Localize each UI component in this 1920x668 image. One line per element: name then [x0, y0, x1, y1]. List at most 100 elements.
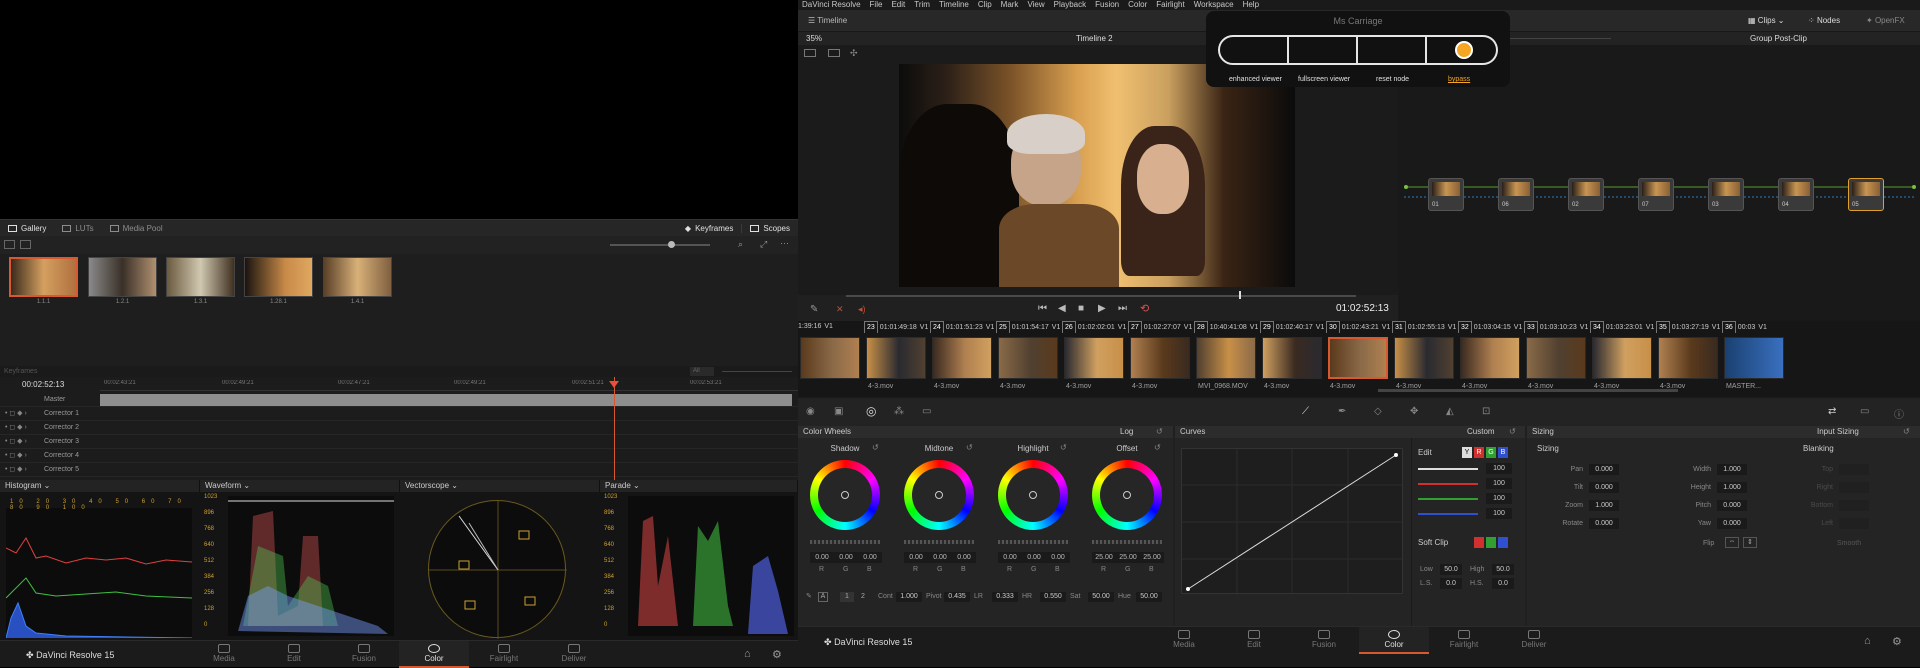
clips-toggle[interactable]: ▦ Clips ⌄ [1748, 16, 1785, 25]
sizing-value[interactable]: 0.000 [1717, 500, 1747, 511]
color-wheel[interactable] [904, 460, 974, 530]
sizing-value[interactable]: 0.000 [1589, 482, 1619, 493]
tab-luts[interactable]: LUTs [54, 224, 101, 233]
still-thumb[interactable] [244, 257, 313, 297]
clip-thumb[interactable]: 27 01:02:27:07 V1 4-3.mov [1128, 321, 1192, 397]
search-icon[interactable]: ⌕ [738, 239, 743, 250]
g-slider[interactable] [1418, 498, 1478, 500]
sizing-value[interactable]: 1.000 [1717, 482, 1747, 493]
wheel-value-field[interactable]: 25.00 [1140, 552, 1164, 563]
album-list-icon[interactable] [4, 240, 15, 249]
clip-thumb[interactable]: 28 10:40:41:08 V1 MVI_0968.MOV [1194, 321, 1258, 397]
wheel-center-handle[interactable] [841, 491, 849, 499]
node-card-selected[interactable]: 05 [1848, 178, 1884, 211]
page-deliver[interactable]: Deliver [1499, 627, 1569, 654]
menu-item[interactable]: Fairlight [1156, 0, 1184, 10]
master-keyframe-bar[interactable] [100, 394, 792, 406]
page-media[interactable]: Media [1149, 627, 1219, 654]
wheel-master-slider[interactable] [1092, 540, 1162, 544]
color-wheel[interactable] [998, 460, 1068, 530]
menu-item[interactable]: View [1027, 0, 1044, 10]
color-wheel[interactable] [810, 460, 880, 530]
viewer-mode-icon[interactable] [804, 49, 816, 57]
clip-thumb[interactable]: 36 00:03 V1 MASTER... [1722, 321, 1786, 397]
clip-thumb[interactable]: 25 01:01:54:17 V1 4-3.mov [996, 321, 1060, 397]
track-controls-icon[interactable]: • ◻ ◆ › [5, 407, 27, 421]
nodes-toggle[interactable]: ⁘ Nodes [1808, 16, 1840, 25]
scope-title[interactable]: Histogram ⌄ [0, 480, 200, 492]
bypass-button[interactable] [1425, 35, 1498, 65]
page-deliver[interactable]: Deliver [539, 641, 609, 668]
settings-gear-icon[interactable]: ⚙ [772, 648, 782, 661]
flip-horizontal-icon[interactable]: ⇔ [1725, 537, 1739, 548]
node-card[interactable]: 03 [1708, 178, 1744, 211]
blur-icon[interactable]: ◭ [1446, 406, 1454, 417]
page-color[interactable]: Color [1359, 627, 1429, 654]
enhanced-viewer-button[interactable] [1218, 35, 1289, 65]
page-edit[interactable]: Edit [1219, 627, 1289, 654]
clip-thumb[interactable]: 23 01:01:49:18 V1 4-3.mov [864, 321, 928, 397]
tab-keyframes[interactable]: ◆ Keyframes [677, 224, 741, 233]
page-color[interactable]: Color [399, 641, 469, 668]
thumb-size-slider[interactable] [610, 244, 710, 246]
wheel-value-field[interactable]: 0.00 [1022, 552, 1046, 563]
timeline-name[interactable]: Timeline 2 [1076, 34, 1113, 43]
sizing-value[interactable]: 1.000 [1717, 464, 1747, 475]
node-card[interactable]: 01 [1428, 178, 1464, 211]
split-icon[interactable] [828, 49, 840, 57]
wheel-value-field[interactable]: 0.00 [834, 552, 858, 563]
playhead[interactable] [614, 377, 615, 480]
sizing-value[interactable]: 0.000 [1589, 518, 1619, 529]
track-corrector[interactable]: • ◻ ◆ › Corrector 4 [0, 449, 798, 463]
scope-title[interactable]: Vectorscope ⌄ [400, 480, 600, 492]
sizing-mode-select[interactable]: Input Sizing [1817, 426, 1859, 438]
r-slider[interactable] [1418, 483, 1478, 485]
key-icon[interactable]: ⊡ [1482, 406, 1490, 417]
auto-balance-icon[interactable]: A [818, 592, 828, 602]
grab-still-icon[interactable] [20, 240, 31, 249]
softclip-r-button[interactable] [1474, 537, 1484, 548]
reset-icon[interactable]: ↺ [1156, 426, 1163, 438]
y-slider[interactable] [1418, 468, 1478, 470]
menu-item[interactable]: Mark [1001, 0, 1019, 10]
tracker-icon[interactable]: ✥ [1410, 406, 1418, 417]
wheel-center-handle[interactable] [1029, 491, 1037, 499]
node-card[interactable]: 06 [1498, 178, 1534, 211]
wheel-value-field[interactable]: 0.00 [1046, 552, 1070, 563]
softclip-g-button[interactable] [1486, 537, 1496, 548]
track-corrector[interactable]: • ◻ ◆ › Corrector 3 [0, 435, 798, 449]
page-media[interactable]: Media [189, 641, 259, 668]
wheel-reset-icon[interactable]: ↺ [966, 443, 973, 452]
blanking-value[interactable] [1839, 464, 1869, 475]
b-value[interactable]: 100 [1486, 508, 1512, 519]
curves-icon[interactable]: ⟋ [1302, 406, 1309, 417]
wheel-reset-icon[interactable]: ↺ [872, 443, 879, 452]
channel-g-button[interactable]: G [1486, 447, 1496, 458]
keyframe-filter[interactable]: All [690, 367, 714, 376]
menu-item[interactable]: Timeline [939, 0, 969, 10]
tab-gallery[interactable]: Gallery [0, 224, 54, 233]
wheel-value-field[interactable]: 0.00 [858, 552, 882, 563]
curve-graph[interactable] [1181, 448, 1404, 595]
wheel-master-slider[interactable] [998, 540, 1068, 544]
adjustment-value[interactable]: 0.435 [944, 592, 970, 602]
keyframe-zoom-slider[interactable] [722, 371, 792, 372]
info-icon[interactable]: ⓘ [1894, 406, 1904, 421]
track-controls-icon[interactable]: • ◻ ◆ › [5, 421, 27, 435]
first-frame-icon[interactable]: ⏮ [1038, 303, 1047, 314]
wheels-mode-select[interactable]: Log [1120, 426, 1133, 438]
mute-icon[interactable]: ✕ [836, 304, 844, 315]
wheel-reset-icon[interactable]: ↺ [1154, 443, 1161, 452]
last-frame-icon[interactable]: ⏭ [1118, 303, 1127, 314]
eyedropper-icon[interactable]: ✎ [810, 304, 818, 315]
clip-thumb[interactable]: 29 01:02:40:17 V1 4-3.mov [1260, 321, 1324, 397]
blanking-value[interactable] [1839, 518, 1869, 529]
motion-effects-icon[interactable]: ▭ [922, 406, 931, 417]
eyedropper-icon[interactable]: ✎ [806, 590, 812, 604]
adjustment-value[interactable]: 1.000 [896, 592, 922, 602]
wheel-center-handle[interactable] [1123, 491, 1131, 499]
reset-icon[interactable]: ↺ [1903, 426, 1910, 438]
qualifier-icon[interactable]: ✒ [1338, 406, 1346, 417]
timeline-toggle[interactable]: ☰ Timeline [808, 16, 847, 25]
track-master[interactable]: Master [0, 393, 798, 407]
